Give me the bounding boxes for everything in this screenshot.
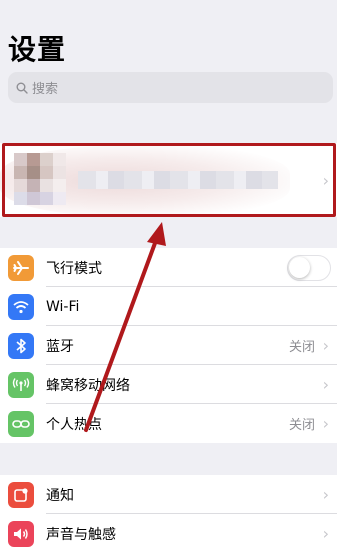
bluetooth-icon [8, 332, 34, 359]
settings-row-notifications[interactable]: 通知 › [0, 475, 337, 514]
highlight-frame [2, 143, 336, 217]
settings-row-label: 个人热点 [46, 416, 102, 433]
settings-row-bluetooth[interactable]: 蓝牙 关闭 › [0, 326, 337, 365]
settings-row-personal-hotspot[interactable]: 个人热点 关闭 › [0, 404, 337, 443]
chevron-right-icon: › [322, 375, 329, 394]
settings-row-label: 飞行模式 [46, 260, 102, 277]
settings-row-cellular[interactable]: 蜂窝移动网络 › [0, 365, 337, 404]
antenna-icon [8, 371, 34, 398]
hotspot-icon [8, 410, 34, 437]
chevron-right-icon: › [322, 414, 329, 433]
chevron-right-icon: › [322, 485, 329, 504]
page-title: 设置 [8, 33, 67, 66]
settings-row-value: 关闭 [288, 340, 315, 355]
settings-row-wifi[interactable]: Wi-Fi [0, 287, 337, 326]
chevron-right-icon: › [322, 524, 329, 543]
airplane-mode-toggle[interactable] [287, 254, 331, 281]
search-icon [16, 82, 28, 94]
network-settings-group: 飞行模式 Wi-Fi 蓝牙 关闭 › 蜂窝移动网络 › 个人热点 关闭 › [0, 248, 337, 443]
settings-row-label: 声音与触感 [46, 526, 116, 543]
airplane-icon [8, 254, 34, 281]
settings-row-airplane-mode[interactable]: 飞行模式 [0, 248, 337, 287]
settings-row-label: 蓝牙 [46, 338, 74, 355]
search-placeholder: 搜索 [32, 82, 59, 97]
apple-id-row[interactable]: › [0, 143, 337, 217]
notifications-icon [8, 481, 34, 508]
search-field[interactable]: 搜索 [8, 72, 333, 103]
wifi-icon [8, 293, 34, 320]
chevron-right-icon: › [322, 336, 329, 355]
speaker-icon [8, 520, 34, 547]
settings-row-label: 通知 [46, 487, 74, 504]
general-settings-group: 通知 › 声音与触感 › [0, 475, 337, 559]
settings-row-sounds-haptics[interactable]: 声音与触感 › [0, 514, 337, 553]
settings-row-label: Wi-Fi [46, 298, 80, 315]
settings-row-value: 关闭 [288, 418, 315, 433]
settings-row-label: 蜂窝移动网络 [46, 377, 130, 394]
